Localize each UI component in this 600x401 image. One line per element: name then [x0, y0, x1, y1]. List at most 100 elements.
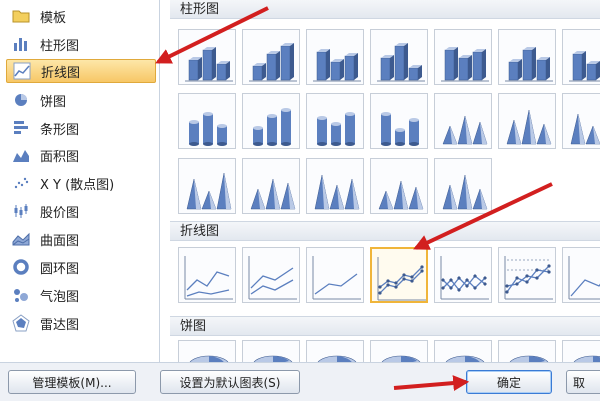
- pie-chart-icon: [15, 94, 27, 106]
- column-subtype-thumb[interactable]: [178, 29, 236, 85]
- bubble-chart-icon: [14, 289, 28, 302]
- doughnut-chart-icon: [13, 259, 29, 275]
- pie-subtype-thumb[interactable]: [434, 340, 492, 362]
- chart-subtype-preview-icon: [253, 108, 291, 146]
- type-item-label: 曲面图: [40, 233, 80, 249]
- column-subtype-thumb[interactable]: [434, 93, 492, 149]
- type-item-surface[interactable]: 曲面图: [6, 227, 156, 251]
- chart-subtype-preview-icon: [184, 256, 233, 300]
- type-item-label: 圆环图: [40, 261, 80, 277]
- pie-subtype-thumb[interactable]: [306, 340, 364, 362]
- chart-subtype-preview-icon: [442, 174, 488, 210]
- manage-templates-button[interactable]: 管理模板(M)...: [8, 370, 136, 394]
- type-item-doughnut[interactable]: 圆环图: [6, 255, 156, 279]
- chart-subtype-preview-icon: [317, 355, 357, 362]
- column-subtype-thumb[interactable]: [498, 29, 556, 85]
- chart-subtype-preview-icon: [317, 112, 355, 146]
- type-item-bar[interactable]: 条形图: [6, 116, 156, 140]
- column-subtype-thumb[interactable]: [370, 93, 428, 149]
- chart-subtype-preview-icon: [504, 256, 553, 300]
- pie-subtype-thumb[interactable]: [370, 340, 428, 362]
- chart-subtype-preview-icon: [442, 115, 488, 145]
- chart-subtype-preview-icon: [249, 43, 297, 82]
- type-item-radar[interactable]: 雷达图: [6, 311, 156, 335]
- chart-type-list: 模板 柱形图 折线图 饼图 条形图 面积图 X Y (散点图) 股价图 曲面图 …: [0, 0, 160, 362]
- column-subtype-thumb[interactable]: [434, 29, 492, 85]
- chart-subtype-preview-icon: [250, 178, 296, 210]
- type-item-pie[interactable]: 饼图: [6, 88, 156, 112]
- bar-chart-icon: [14, 121, 28, 134]
- cancel-button[interactable]: 取: [566, 370, 600, 394]
- column-chart-icon: [14, 38, 27, 51]
- section-header-line: 折线图: [170, 221, 600, 241]
- chart-subtype-preview-icon: [378, 180, 424, 210]
- chart-subtype-preview-icon: [248, 256, 297, 300]
- type-item-template[interactable]: 模板: [6, 4, 156, 28]
- dialog-button-bar: 管理模板(M)... 设置为默认图表(S) 确定 取: [0, 362, 600, 401]
- column-subtype-thumb[interactable]: [178, 93, 236, 149]
- section-header-column: 柱形图: [170, 0, 600, 19]
- column-subtype-thumb[interactable]: [370, 158, 428, 214]
- chart-subtype-preview-icon: [313, 49, 361, 82]
- radar-chart-icon: [12, 314, 30, 332]
- type-item-line[interactable]: 折线图: [6, 59, 156, 83]
- chart-subtype-preview-icon: [570, 113, 600, 145]
- line-subtype-thumb[interactable]: [498, 247, 556, 303]
- chart-subtype-preview-icon: [189, 112, 227, 146]
- type-item-bubble[interactable]: 气泡图: [6, 283, 156, 307]
- chart-subtype-preview-icon: [189, 355, 229, 362]
- scatter-chart-icon: [14, 177, 29, 189]
- column-subtype-thumb[interactable]: [178, 158, 236, 214]
- pie-subtype-thumb[interactable]: [178, 340, 236, 362]
- chart-subtype-preview-icon: [440, 256, 489, 300]
- line-chart-icon: [13, 62, 31, 80]
- line-subtype-thumb[interactable]: [434, 247, 492, 303]
- column-subtype-thumb[interactable]: [306, 158, 364, 214]
- type-item-label: 股价图: [40, 205, 80, 221]
- type-item-stock[interactable]: 股价图: [6, 199, 156, 223]
- column-subtype-thumb[interactable]: [306, 29, 364, 85]
- area-chart-icon: [13, 150, 29, 162]
- line-subtype-thumb[interactable]: [306, 247, 364, 303]
- type-item-scatter[interactable]: X Y (散点图): [6, 171, 156, 195]
- column-subtype-thumb[interactable]: [434, 158, 492, 214]
- type-item-label: 条形图: [40, 122, 80, 138]
- line-subtype-thumb[interactable]: [242, 247, 300, 303]
- type-item-label: 饼图: [40, 94, 67, 110]
- set-default-chart-button[interactable]: 设置为默认图表(S): [160, 370, 300, 394]
- stock-chart-icon: [14, 204, 28, 218]
- chart-subtype-preview-icon: [381, 112, 419, 146]
- chart-subtype-preview-icon: [505, 47, 553, 82]
- pie-subtype-thumb[interactable]: [242, 340, 300, 362]
- pie-subtype-thumb[interactable]: [498, 340, 556, 362]
- chart-subtype-preview-icon: [185, 47, 233, 82]
- chart-subtype-preview-icon: [441, 47, 489, 82]
- column-subtype-thumb[interactable]: [242, 93, 300, 149]
- line-subtype-thumb[interactable]: [562, 247, 600, 303]
- type-item-label: 模板: [40, 10, 67, 26]
- chart-subtype-preview-icon: [186, 172, 232, 210]
- chart-subtype-preview-icon: [573, 355, 600, 362]
- column-subtype-thumb[interactable]: [370, 29, 428, 85]
- chart-subtype-preview-icon: [377, 43, 425, 82]
- chart-subtype-preview-icon: [506, 109, 552, 145]
- column-subtype-thumb[interactable]: [242, 158, 300, 214]
- chart-subtype-preview-icon: [377, 257, 426, 301]
- line-subtype-thumb[interactable]: [178, 247, 236, 303]
- type-item-area[interactable]: 面积图: [6, 143, 156, 167]
- column-subtype-thumb[interactable]: [242, 29, 300, 85]
- section-header-pie: 饼图: [170, 316, 600, 336]
- column-subtype-thumb[interactable]: [306, 93, 364, 149]
- type-item-column[interactable]: 柱形图: [6, 32, 156, 56]
- type-item-label: 柱形图: [40, 38, 80, 54]
- line-subtype-thumb[interactable]: [370, 247, 428, 303]
- pie-subtype-thumb[interactable]: [562, 340, 600, 362]
- type-item-label: 气泡图: [40, 289, 80, 305]
- column-subtype-thumb[interactable]: [562, 93, 600, 149]
- column-subtype-thumb[interactable]: [562, 29, 600, 85]
- ok-button[interactable]: 确定: [466, 370, 552, 394]
- chart-subtype-preview-icon: [253, 355, 293, 362]
- chart-subtype-preview-icon: [314, 174, 360, 210]
- surface-chart-icon: [12, 232, 30, 246]
- column-subtype-thumb[interactable]: [498, 93, 556, 149]
